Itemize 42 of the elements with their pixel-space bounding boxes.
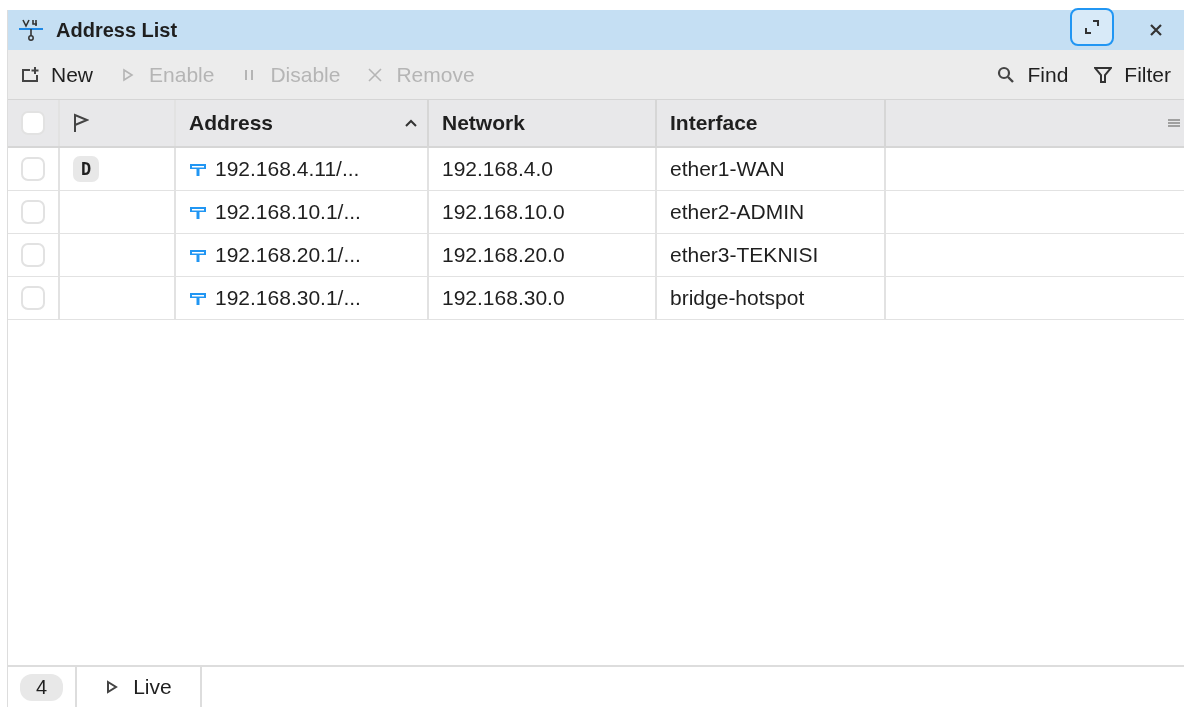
search-icon [997,65,1016,84]
new-item-icon [21,65,39,84]
address-icon [189,161,207,177]
play-icon [105,680,120,694]
table-cell: 192.168.30.1/... [215,286,361,310]
filter-button[interactable]: Filter [1081,54,1184,95]
expand-icon [1085,20,1099,34]
checkbox[interactable] [21,286,45,310]
address-icon [189,290,207,306]
table-cell: ether2-ADMIN [670,200,805,224]
dynamic-badge: D [73,156,100,182]
address-icon [189,247,207,263]
table-cell: ether1-WAN [670,157,785,181]
address-icon [189,204,207,220]
column-header[interactable]: Network [429,100,657,146]
table-cell: 192.168.20.0 [442,243,565,267]
new-button[interactable]: New [8,54,106,95]
maximize-button[interactable] [1070,8,1114,46]
table-cell: 192.168.10.1/... [215,200,361,224]
flag-icon [73,113,89,133]
close-icon [1149,23,1163,37]
column-header[interactable]: Interface [657,100,886,146]
table-cell: bridge-hotspot [670,286,805,310]
checkbox[interactable] [21,200,45,224]
row-count-badge: 4 [20,673,64,701]
table-cell: 192.168.4.0 [442,157,553,181]
find-button[interactable]: Find [984,54,1082,95]
window-title: Address List [56,18,178,42]
table-cell: 192.168.4.11/... [215,157,360,181]
table-cell: 192.168.10.0 [442,200,565,224]
table-cell: ether3-TEKNISI [670,243,819,267]
close-icon [366,65,385,84]
column-header[interactable]: Address [176,100,429,146]
live-button[interactable]: Live [75,667,202,707]
menu-icon [1168,117,1180,129]
filter-icon [1094,65,1113,84]
checkbox[interactable] [21,111,45,135]
checkbox[interactable] [21,243,45,267]
table-cell: 192.168.20.1/... [215,243,361,267]
checkbox[interactable] [21,157,45,181]
table-cell: 192.168.30.0 [442,286,565,310]
ip-address-icon [18,17,44,43]
